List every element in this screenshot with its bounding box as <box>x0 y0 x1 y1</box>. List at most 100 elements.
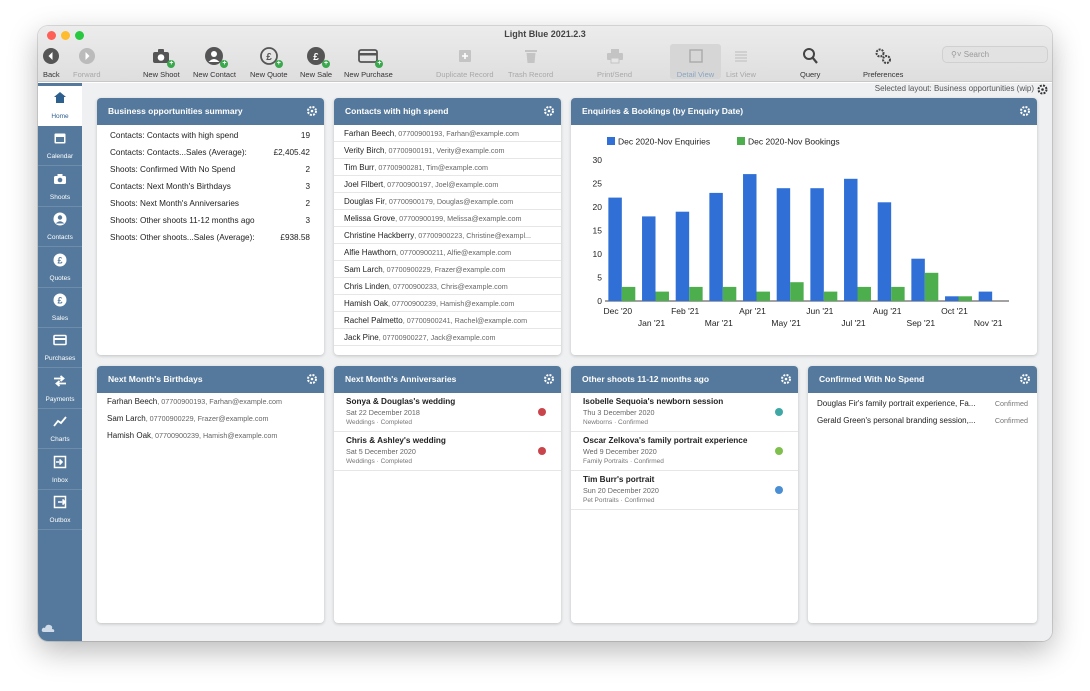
bar-enquiries <box>945 296 959 301</box>
detail-view-button[interactable]: Detail View <box>670 44 721 79</box>
summary-value: 2 <box>305 199 310 208</box>
sidebar-item-payments[interactable]: Payments <box>38 369 82 409</box>
contact-row[interactable]: Farhan Beech, 07700900193, Farhan@exampl… <box>334 125 561 142</box>
summary-row[interactable]: Shoots: Other shoots...Sales (Average): £… <box>97 229 324 246</box>
y-tick-label: 30 <box>593 155 603 165</box>
query-button[interactable]: Query <box>800 46 820 79</box>
summary-row[interactable]: Contacts: Contacts with high spend 19 <box>97 127 324 144</box>
summary-row[interactable]: Contacts: Next Month's Birthdays 3 <box>97 178 324 195</box>
printer-icon <box>606 49 623 64</box>
new-sale-button[interactable]: £ + New Sale <box>300 46 332 79</box>
panel-gear-icon[interactable] <box>543 105 555 117</box>
sidebar-item-charts[interactable]: Charts <box>38 409 82 450</box>
contact-row[interactable]: Douglas Fir, 07700900179, Douglas@exampl… <box>334 193 561 210</box>
sidebar-item-purchases[interactable]: Purchases <box>38 328 82 369</box>
shoot-item[interactable]: Oscar Zelkova's family portrait experien… <box>571 432 798 471</box>
sidebar-item-calendar[interactable]: Calendar <box>38 126 82 167</box>
sidebar-item-label: Quotes <box>49 274 71 282</box>
contact-name: Farhan Beech <box>107 397 158 406</box>
contact-detail: , 07700900241, Rachel@example.com <box>402 316 528 325</box>
shoot-date: Sat 22 December 2018 <box>346 408 420 417</box>
back-button[interactable]: Back <box>43 46 60 79</box>
sidebar-item-quotes[interactable]: £ Quotes <box>38 248 82 288</box>
contact-row[interactable]: Alfie Hawthorn, 07700900211, Alfie@examp… <box>334 244 561 261</box>
summary-row[interactable]: Shoots: Other shoots 11-12 months ago 3 <box>97 212 324 229</box>
bar-bookings <box>756 291 770 301</box>
sidebar-item-shoots[interactable]: Shoots <box>38 167 82 207</box>
panel-gear-icon[interactable] <box>780 373 792 385</box>
panel-gear-icon[interactable] <box>543 373 555 385</box>
bar-enquiries <box>709 192 723 301</box>
sidebar-item-home[interactable]: Home <box>38 86 82 126</box>
contact-row[interactable]: Sam Larch, 07700900229, Frazer@example.c… <box>334 261 561 278</box>
shoot-category-status: Pet Portraits · Confirmed <box>583 497 655 504</box>
panel-title: Contacts with high spend <box>345 106 449 116</box>
summary-row[interactable]: Contacts: Contacts...Sales (Average): £2,… <box>97 144 324 161</box>
birthday-row[interactable]: Farhan Beech, 07700900193, Farhan@exampl… <box>97 393 324 410</box>
new-shoot-button[interactable]: + New Shoot <box>143 46 180 79</box>
layout-gear-icon[interactable] <box>1037 84 1048 95</box>
new-quote-button[interactable]: £ + New Quote <box>250 46 288 79</box>
contact-row[interactable]: Jack Pine, 07700900227, Jack@example.com <box>334 329 561 346</box>
summary-label: Shoots: Next Month's Anniversaries <box>110 199 239 208</box>
contact-row[interactable]: Joel Filbert, 07700900197, Joel@example.… <box>334 176 561 193</box>
x-tick-label: Oct '21 <box>941 306 968 316</box>
contact-name: Joel Filbert <box>344 180 384 189</box>
shoot-title: Chris & Ashley's wedding <box>346 436 446 445</box>
bar-enquiries <box>776 188 791 301</box>
contact-row[interactable]: Christine Hackberry, 07700900223, Christ… <box>334 227 561 244</box>
forward-button[interactable]: Forward <box>73 46 101 79</box>
new-purchase-button[interactable]: + New Purchase <box>344 46 393 79</box>
bar-enquiries <box>810 188 824 301</box>
shoot-item[interactable]: Tim Burr's portrait Sun 20 December 2020 P… <box>571 471 798 510</box>
shoot-item[interactable]: Isobelle Sequoia's newborn session Thu 3 … <box>571 393 798 432</box>
legend-label: Dec 2020-Nov Enquiries <box>618 137 710 147</box>
other-shoots-panel: Other shoots 11-12 months ago Isobelle S… <box>571 366 798 623</box>
sidebar-item-sales[interactable]: £ Sales <box>38 288 82 328</box>
panel-title: Confirmed With No Spend <box>819 374 925 384</box>
panel-gear-icon[interactable] <box>1019 105 1031 117</box>
contact-detail: , 07700900239, Hamish@example.com <box>151 431 278 440</box>
shoot-item[interactable]: Sonya & Douglas's wedding Sat 22 December… <box>334 393 561 432</box>
contact-row[interactable]: Chris Linden, 07700900233, Chris@example… <box>334 278 561 295</box>
x-tick-label: Mar '21 <box>705 318 733 328</box>
contact-row[interactable]: Rachel Palmetto, 07700900241, Rachel@exa… <box>334 312 561 329</box>
duplicate-record-button[interactable]: Duplicate Record <box>436 46 494 79</box>
cloud-sync-icon[interactable] <box>41 620 55 638</box>
list-view-button[interactable]: List View <box>726 46 756 79</box>
preferences-button[interactable]: Preferences <box>863 46 903 79</box>
person-icon <box>53 212 67 231</box>
contact-row[interactable]: Hamish Oak, 07700900239, Hamish@example.… <box>334 295 561 312</box>
sidebar-item-contacts[interactable]: Contacts <box>38 207 82 248</box>
bar-bookings <box>823 291 838 301</box>
shoot-date: Sat 5 December 2020 <box>346 447 416 456</box>
bar-bookings <box>857 286 871 301</box>
search-input[interactable]: ⚲˅ Search <box>942 46 1048 63</box>
new-contact-button[interactable]: + New Contact <box>193 46 236 79</box>
sidebar-item-label: Calendar <box>46 153 74 161</box>
contact-detail: , 07700900223, Christine@exampl... <box>414 231 532 240</box>
sidebar-item-inbox[interactable]: Inbox <box>38 450 82 490</box>
shoot-row[interactable]: Douglas Fir's family portrait experience… <box>808 395 1037 412</box>
panel-gear-icon[interactable] <box>306 105 318 117</box>
birthday-row[interactable]: Sam Larch, 07700900229, Frazer@example.c… <box>97 410 324 427</box>
panel-gear-icon[interactable] <box>1019 373 1031 385</box>
shoot-title: Oscar Zelkova's family portrait experien… <box>583 436 748 445</box>
birthday-row[interactable]: Hamish Oak, 07700900239, Hamish@example.… <box>97 427 324 444</box>
print-send-button[interactable]: Print/Send <box>597 46 632 79</box>
contact-row[interactable]: Tim Burr, 07700900281, Tim@example.com <box>334 159 561 176</box>
shoot-title: Sonya & Douglas's wedding <box>346 397 456 406</box>
trash-record-button[interactable]: Trash Record <box>508 46 553 79</box>
contact-row[interactable]: Verity Birch, 07700900191, Verity@exampl… <box>334 142 561 159</box>
sidebar-item-outbox[interactable]: Outbox <box>38 490 82 530</box>
contact-name: Sam Larch <box>107 414 146 423</box>
contact-detail: , 07700900227, Jack@example.com <box>378 333 496 342</box>
panel-gear-icon[interactable] <box>306 373 318 385</box>
summary-row[interactable]: Shoots: Next Month's Anniversaries 2 <box>97 195 324 212</box>
summary-row[interactable]: Shoots: Confirmed With No Spend 2 <box>97 161 324 178</box>
shoot-row[interactable]: Gerald Green's personal branding session… <box>808 412 1037 429</box>
contact-row[interactable]: Melissa Grove, 07700900199, Melissa@exam… <box>334 210 561 227</box>
status-dot <box>775 408 783 416</box>
y-tick-label: 20 <box>593 202 603 212</box>
shoot-item[interactable]: Chris & Ashley's wedding Sat 5 December 2… <box>334 432 561 471</box>
